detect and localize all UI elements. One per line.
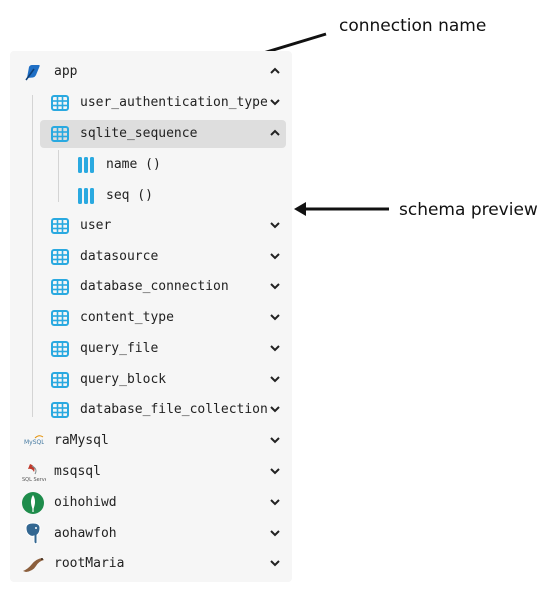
chevron-down-icon[interactable] <box>269 250 281 262</box>
tree-item-table[interactable]: database_file_collection <box>40 396 288 424</box>
table-icon <box>51 401 69 419</box>
tree-item-table-selected[interactable]: sqlite_sequence <box>40 120 286 148</box>
chevron-down-icon[interactable] <box>269 311 281 323</box>
chevron-up-icon[interactable] <box>269 65 281 77</box>
tree-item-table[interactable]: query_block <box>40 366 288 394</box>
table-icon <box>51 217 69 235</box>
postgresql-elephant-icon <box>22 522 44 546</box>
svg-text:SQL Server: SQL Server <box>22 477 46 483</box>
table-label: user_authentication_type <box>80 95 268 110</box>
chevron-down-icon[interactable] <box>269 280 281 292</box>
table-label: database_connection <box>80 279 229 294</box>
mariadb-seal-icon <box>22 555 46 573</box>
chevron-down-icon[interactable] <box>269 219 281 231</box>
table-icon <box>51 340 69 358</box>
svg-text:MySQL: MySQL <box>24 439 44 446</box>
mysql-logo-icon: MySQL <box>24 432 44 450</box>
chevron-down-icon[interactable] <box>269 96 281 108</box>
table-label: datasource <box>80 249 159 264</box>
chevron-down-icon[interactable] <box>269 496 281 508</box>
column-icon <box>77 156 95 174</box>
chevron-down-icon[interactable] <box>269 403 281 415</box>
table-icon <box>51 94 69 112</box>
connection-label: rootMaria <box>54 556 125 571</box>
tree-item-connection[interactable]: MySQL raMysql <box>14 427 288 455</box>
tree-item-table[interactable]: user_authentication_type <box>40 89 288 117</box>
tree-item-connection[interactable]: aohawfoh <box>14 520 288 548</box>
tree-item-table[interactable]: query_file <box>40 335 288 363</box>
tree-item-table[interactable]: user <box>40 212 288 240</box>
connection-label: msqsql <box>54 464 101 479</box>
database-explorer-panel: app user_authentication_type sqlite_sequ… <box>10 51 292 582</box>
annotation-schema-preview: schema preview <box>399 200 538 220</box>
chevron-down-icon[interactable] <box>269 465 281 477</box>
tree-item-connection[interactable]: rootMaria <box>14 550 288 578</box>
table-label: database_file_collection <box>80 402 268 417</box>
table-icon <box>51 278 69 296</box>
tree-item-table[interactable]: datasource <box>40 243 288 271</box>
connection-label: aohawfoh <box>54 526 117 541</box>
table-label: query_file <box>80 341 159 356</box>
table-icon <box>51 125 69 143</box>
tree-item-connection[interactable]: SQL Server msqsql <box>14 458 288 486</box>
annotation-arrow-schema <box>294 202 389 216</box>
sqlite-feather-icon <box>24 63 42 81</box>
tree-item-connection[interactable]: oihohiwd <box>14 489 288 517</box>
tree-item-column[interactable]: seq () <box>66 182 266 210</box>
chevron-up-icon[interactable] <box>269 127 281 139</box>
annotation-connection-name: connection name <box>339 16 487 36</box>
connection-label: oihohiwd <box>54 495 117 510</box>
chevron-down-icon[interactable] <box>269 342 281 354</box>
sql-server-logo-icon: SQL Server <box>22 463 46 483</box>
table-icon <box>51 248 69 266</box>
column-icon <box>77 187 95 205</box>
tree-item-label: app <box>54 64 78 79</box>
tree-item-column[interactable]: name () <box>66 151 266 179</box>
mongodb-leaf-icon <box>22 492 44 514</box>
chevron-down-icon[interactable] <box>269 373 281 385</box>
table-label: content_type <box>80 310 174 325</box>
chevron-down-icon[interactable] <box>269 557 281 569</box>
chevron-down-icon[interactable] <box>269 434 281 446</box>
table-icon <box>51 309 69 327</box>
column-label: seq () <box>106 188 153 203</box>
table-label: sqlite_sequence <box>80 126 198 141</box>
tree-item-connection-app[interactable]: app <box>14 58 288 86</box>
table-label: query_block <box>80 372 167 387</box>
tree-guide-line-columns <box>58 150 59 202</box>
connection-label: raMysql <box>54 433 109 448</box>
table-label: user <box>80 218 112 233</box>
tree-item-table[interactable]: database_connection <box>40 273 288 301</box>
tree-item-table[interactable]: content_type <box>40 304 288 332</box>
column-label: name () <box>106 157 161 172</box>
table-icon <box>51 371 69 389</box>
tree-guide-line <box>32 95 33 417</box>
chevron-down-icon[interactable] <box>269 527 281 539</box>
